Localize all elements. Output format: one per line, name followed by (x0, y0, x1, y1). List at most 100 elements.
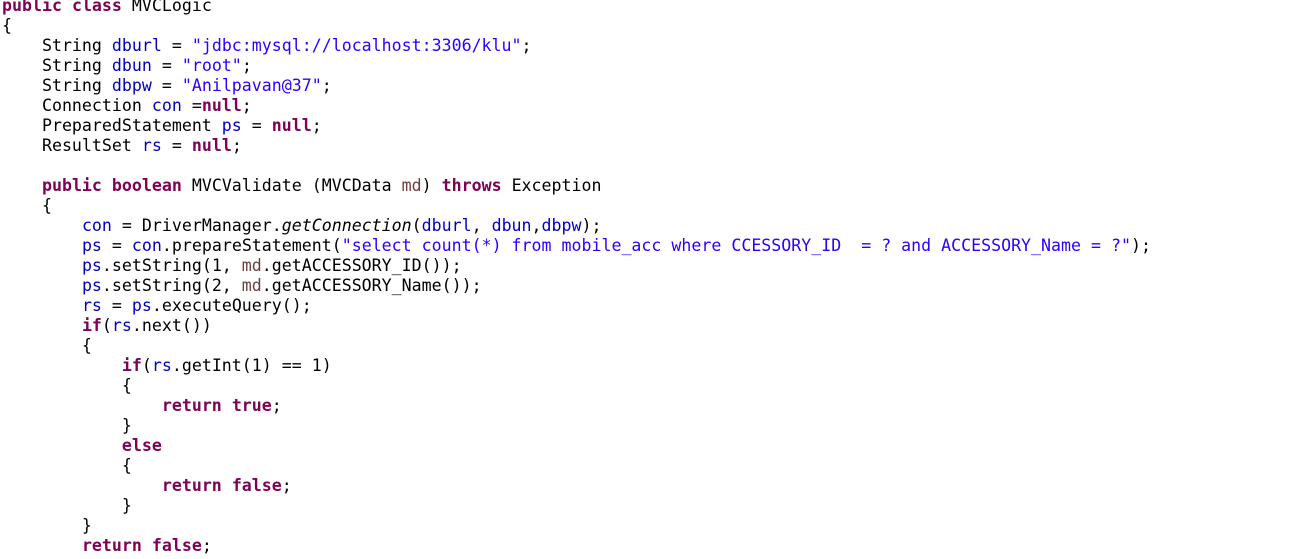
code-token: true (231, 396, 272, 415)
code-token: getConnection (281, 216, 412, 235)
code-token: .prepareStatement( (161, 236, 342, 255)
code-token: ; (231, 136, 242, 155)
code-token: Connection (2, 96, 152, 115)
code-token: = (241, 116, 272, 135)
code-token: ( (141, 356, 152, 375)
code-token: dburl (421, 216, 472, 235)
code-token: "jdbc:mysql://localhost:3306/klu" (191, 36, 522, 55)
code-token: ; (201, 536, 212, 555)
code-token: { (2, 456, 132, 475)
code-line: { (2, 456, 1151, 476)
code-token: ps (81, 276, 102, 295)
code-token: class (71, 0, 122, 15)
code-token: null (271, 116, 312, 135)
code-token: "select count(*) from mobile_acc where C… (341, 236, 1131, 255)
code-token: else (121, 436, 162, 455)
code-editor[interactable]: public class MVCLogic{ String dburl = "j… (2, 0, 1151, 556)
code-token: public (2, 0, 62, 15)
code-token: false (151, 536, 202, 555)
code-token: MVCValidate (MVCData (181, 176, 402, 195)
code-token: return (161, 476, 222, 495)
code-token: String (2, 76, 112, 95)
code-line: rs = ps.executeQuery(); (2, 296, 1151, 316)
code-token: con (131, 236, 162, 255)
code-token: MVCLogic (121, 0, 212, 15)
code-token: = (101, 296, 132, 315)
code-token: } (2, 416, 132, 435)
code-token: return (161, 396, 222, 415)
code-token: rs (141, 136, 162, 155)
code-token: dburl (111, 36, 162, 55)
code-token: } (2, 496, 132, 515)
code-token: md (241, 276, 262, 295)
code-token: ) (421, 176, 442, 195)
code-token: Exception (501, 176, 602, 195)
code-line: if(rs.getInt(1) == 1) (2, 356, 1151, 376)
code-line: ​ (2, 156, 1151, 176)
code-token: .executeQuery(); (151, 296, 312, 315)
code-token: dbpw (111, 76, 152, 95)
code-token: con (151, 96, 182, 115)
code-line: Connection con =null; (2, 96, 1151, 116)
code-token: boolean (111, 176, 182, 195)
code-token: md (241, 256, 262, 275)
code-token: ; (241, 96, 252, 115)
code-token: { (2, 336, 92, 355)
code-token: dbpw (541, 216, 582, 235)
code-token: .setString(2, (101, 276, 242, 295)
code-line: String dbun = "root"; (2, 56, 1151, 76)
code-token: if (121, 356, 142, 375)
code-line: else (2, 436, 1151, 456)
code-line: public class MVCLogic (2, 0, 1151, 16)
code-token: md (401, 176, 422, 195)
code-line: ps.setString(2, md.getACCESSORY_Name()); (2, 276, 1151, 296)
code-token: dbun (491, 216, 532, 235)
code-line: { (2, 336, 1151, 356)
code-token: String (2, 36, 112, 55)
code-line: } (2, 516, 1151, 536)
code-token: ResultSet (2, 136, 142, 155)
code-line: { (2, 196, 1151, 216)
code-line: String dbpw = "Anilpavan@37"; (2, 76, 1151, 96)
code-line: if(rs.next()) (2, 316, 1151, 336)
code-token: .next()) (131, 316, 212, 335)
code-token: { (2, 16, 12, 35)
code-line: ps = con.prepareStatement("select count(… (2, 236, 1151, 256)
code-token: "Anilpavan@37" (181, 76, 322, 95)
code-token: = DriverManager. (111, 216, 282, 235)
code-line: } (2, 496, 1151, 516)
code-token: rs (111, 316, 132, 335)
code-token: = (161, 136, 192, 155)
code-token: PreparedStatement (2, 116, 222, 135)
code-token: dbun (111, 56, 152, 75)
code-token: = (151, 56, 182, 75)
code-line: PreparedStatement ps = null; (2, 116, 1151, 136)
code-token: .setString(1, (101, 256, 242, 275)
code-token: ; (281, 476, 292, 495)
code-token: { (2, 196, 52, 215)
code-line: } (2, 416, 1151, 436)
code-line: public boolean MVCValidate (MVCData md) … (2, 176, 1151, 196)
code-token: ps (221, 116, 242, 135)
code-token: public (41, 176, 102, 195)
code-token: = (181, 96, 202, 115)
code-token: ( (101, 316, 112, 335)
code-line: ps.setString(1, md.getACCESSORY_ID()); (2, 256, 1151, 276)
code-token: throws (441, 176, 502, 195)
code-line: return true; (2, 396, 1151, 416)
code-token: String (2, 56, 112, 75)
code-token: ; (271, 396, 282, 415)
code-token: ); (1130, 236, 1151, 255)
